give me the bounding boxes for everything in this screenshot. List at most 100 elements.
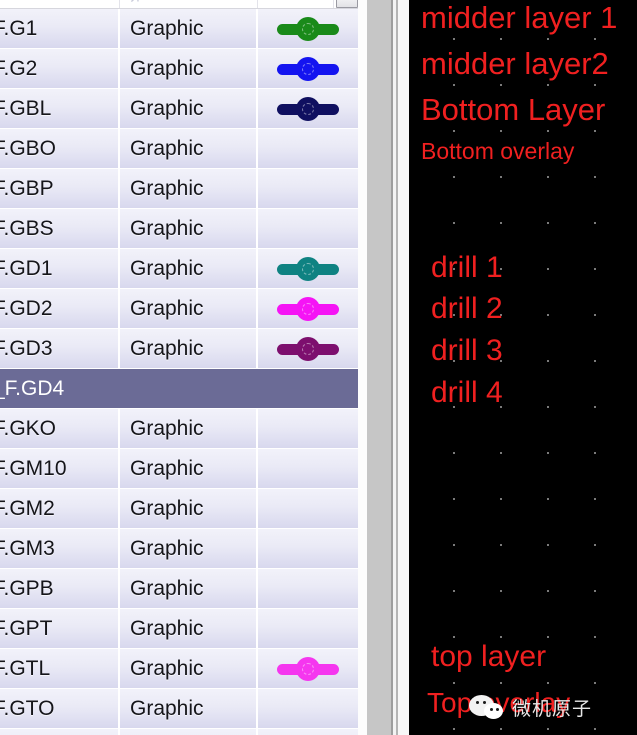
table-row[interactable]: F.GTPGraphic [0,729,358,735]
grid-dot [547,452,549,454]
pad-color-swatch[interactable] [277,656,339,681]
table-row[interactable]: F.GM3 Graphic [0,529,358,569]
layer-type-cell[interactable]: Graphic [120,289,258,328]
layer-color-cell[interactable] [258,489,358,528]
table-row[interactable]: F.GKO Graphic [0,409,358,449]
panel-splitter[interactable] [358,0,409,735]
layer-color-cell[interactable] [258,329,358,368]
layer-type-cell[interactable]: Graphic [120,329,258,368]
pad-color-swatch[interactable] [277,256,339,281]
layer-name-cell[interactable]: F.GD3 [0,329,120,368]
layer-type-cell[interactable]: Graphic [120,529,258,568]
layer-type-cell[interactable]: Graphic [120,249,258,288]
layer-name-cell[interactable]: F.GKO [0,409,120,448]
layer-type-cell[interactable]: Graphic [120,449,258,488]
table-row[interactable]: F.GTO Graphic [0,689,358,729]
layer-color-cell[interactable] [258,649,358,688]
table-row[interactable]: F.GM2 Graphic [0,489,358,529]
layer-name-cell[interactable]: F.GPB [0,569,120,608]
canvas-label[interactable]: top layer [431,642,546,672]
layer-color-cell[interactable] [258,569,358,608]
grid-dot [594,38,596,40]
layer-color-cell[interactable] [258,249,358,288]
layer-type-cell[interactable]: Graphic [120,609,258,648]
layer-type-cell[interactable]: Graphic [120,129,258,168]
layer-name-cell[interactable]: F.GD2 [0,289,120,328]
layer-name-cell[interactable]: F.GBL [0,89,120,128]
layer-name-cell[interactable]: F.GTO [0,689,120,728]
canvas-label[interactable]: drill 4 [431,378,503,408]
pad-color-swatch[interactable] [277,296,339,321]
table-row[interactable]: _F.GD4 [0,369,358,409]
layer-type-cell[interactable]: Graphic [120,169,258,208]
pad-color-swatch[interactable] [277,56,339,81]
layer-name-cell[interactable]: F.GBO [0,129,120,168]
table-row[interactable]: F.GTL Graphic [0,649,358,689]
layer-type-label: Graphic [130,576,204,600]
canvas-label[interactable]: Bottom overlay [421,140,574,163]
layer-name-cell[interactable]: _F.GD4 [0,369,358,408]
layer-name-cell[interactable]: F.GM2 [0,489,120,528]
layer-color-cell[interactable] [258,49,358,88]
canvas-label[interactable]: drill 2 [431,294,503,324]
layer-color-cell[interactable] [258,129,358,168]
layer-type-cell[interactable]: Graphic [120,209,258,248]
pcb-canvas[interactable]: midder layer 1 midder layer2 Bottom Layer B… [409,0,637,735]
canvas-label[interactable]: drill 1 [431,253,503,283]
layer-type-cell[interactable]: Graphic [120,49,258,88]
table-row[interactable]: F.GPT Graphic [0,609,358,649]
layer-color-cell[interactable] [258,449,358,488]
layer-name-cell[interactable]: F.GM10 [0,449,120,488]
layer-name-cell[interactable]: F.G2 [0,49,120,88]
table-row[interactable]: F.GBP Graphic [0,169,358,209]
canvas-label[interactable]: midder layer2 [421,48,609,79]
pad-color-swatch[interactable] [277,336,339,361]
table-row[interactable]: F.GBS Graphic [0,209,358,249]
layer-type-cell[interactable]: Graphic [120,9,258,48]
table-row[interactable]: F.GD3 Graphic [0,329,358,369]
layer-color-cell[interactable] [258,289,358,328]
column-header-type[interactable]: Type [120,0,258,8]
layer-name-cell[interactable]: F.GBP [0,169,120,208]
layer-name-cell[interactable]: F.GM3 [0,529,120,568]
column-header-name[interactable]: Name [0,0,120,8]
layer-color-cell[interactable] [258,169,358,208]
table-row[interactable]: F.GBO Graphic [0,129,358,169]
table-row[interactable]: F.G2 Graphic [0,49,358,89]
column-options-button[interactable] [336,0,358,8]
layer-color-cell[interactable] [258,9,358,48]
canvas-label[interactable]: drill 3 [431,336,503,366]
layer-color-cell[interactable] [258,609,358,648]
pad-color-swatch[interactable] [277,16,339,41]
layer-color-cell[interactable] [258,529,358,568]
layer-name-cell[interactable]: F.GD1 [0,249,120,288]
canvas-label[interactable]: Bottom Layer [421,94,605,125]
layer-name-cell[interactable]: F.GTP [0,729,120,735]
layer-color-cell[interactable] [258,729,358,735]
grid-dot [453,682,455,684]
table-row[interactable]: F.GPB Graphic [0,569,358,609]
layer-type-cell[interactable]: Graphic [120,489,258,528]
layer-type-cell[interactable]: Graphic [120,689,258,728]
layer-name-cell[interactable]: F.GBS [0,209,120,248]
layer-color-cell[interactable] [258,89,358,128]
table-row[interactable]: F.GD2 Graphic [0,289,358,329]
layer-type-cell[interactable]: Graphic [120,569,258,608]
pad-color-swatch[interactable] [277,96,339,121]
layer-type-cell[interactable]: Graphic [120,729,258,735]
column-header-color[interactable]: Color [258,0,334,8]
table-row[interactable]: F.GD1 Graphic [0,249,358,289]
layer-type-cell[interactable]: Graphic [120,649,258,688]
canvas-label[interactable]: midder layer 1 [421,2,617,33]
layer-name-cell[interactable]: F.G1 [0,9,120,48]
layer-name-cell[interactable]: F.GTL [0,649,120,688]
layer-color-cell[interactable] [258,209,358,248]
table-row[interactable]: F.GM10 Graphic [0,449,358,489]
table-row[interactable]: F.GBL Graphic [0,89,358,129]
layer-color-cell[interactable] [258,689,358,728]
layer-type-cell[interactable]: Graphic [120,409,258,448]
layer-type-cell[interactable]: Graphic [120,89,258,128]
layer-name-cell[interactable]: F.GPT [0,609,120,648]
table-row[interactable]: F.G1 Graphic [0,9,358,49]
layer-color-cell[interactable] [258,409,358,448]
